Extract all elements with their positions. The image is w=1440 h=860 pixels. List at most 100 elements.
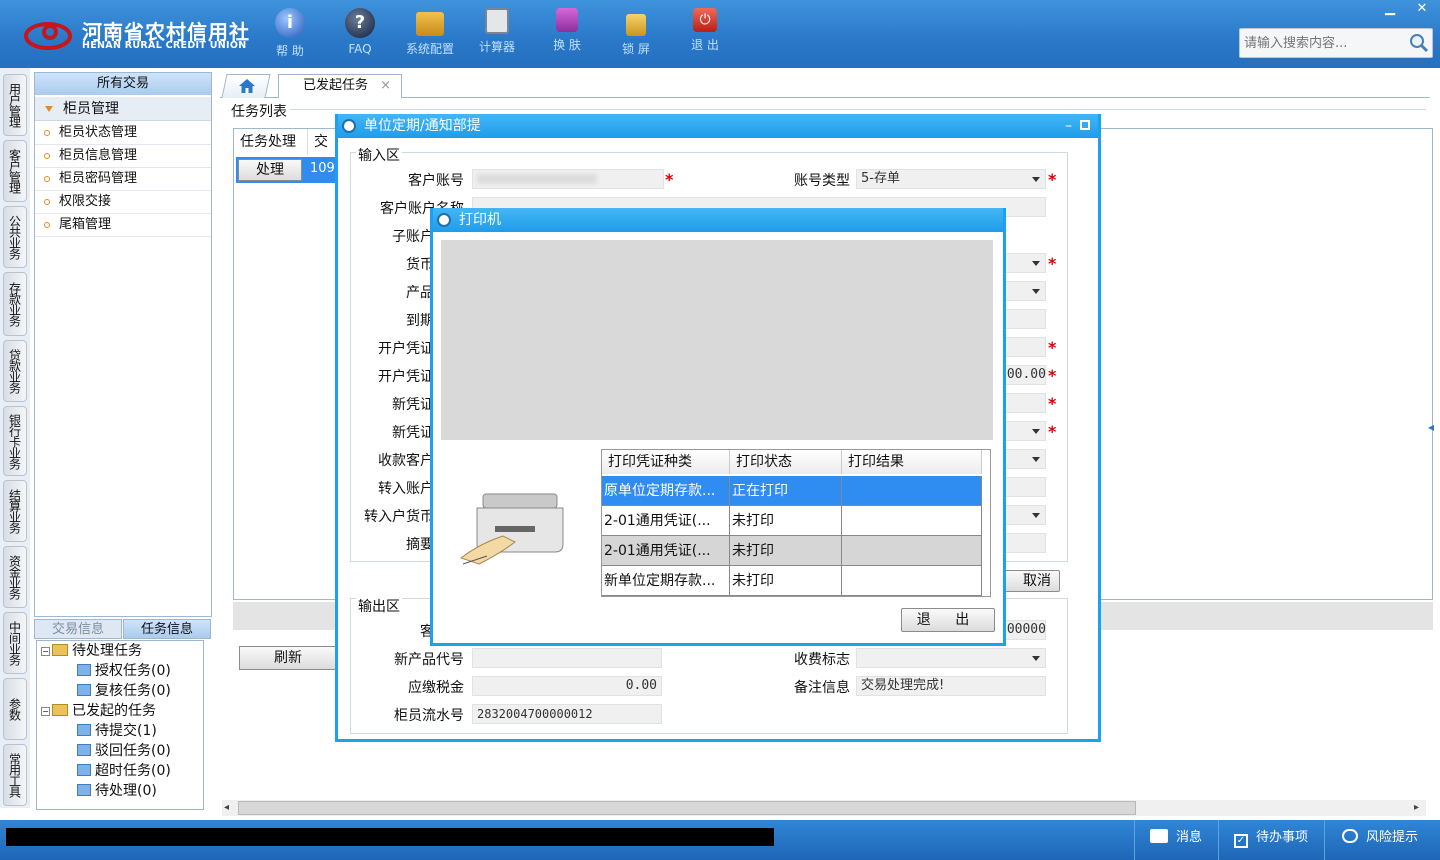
- dialog-title: 打印机: [459, 212, 501, 228]
- vtab-settlement-business[interactable]: 结算业务: [3, 480, 27, 542]
- logo-text-en: HENAN RURAL CREDIT UNION: [82, 40, 247, 51]
- print-job-table: 打印凭证种类 打印状态 打印结果 原单位定期存款... 正在打印 2-01通用凭…: [601, 449, 991, 597]
- tree-node-pending[interactable]: − 待处理任务: [37, 641, 203, 661]
- folder-icon: [77, 664, 91, 676]
- refresh-button[interactable]: 刷新: [239, 646, 337, 670]
- tab-task-info[interactable]: 任务信息: [123, 619, 211, 639]
- collapse-icon[interactable]: −: [41, 707, 50, 716]
- cell-voucher-kind: 新单位定期存款...: [602, 566, 730, 596]
- collapse-icon[interactable]: −: [41, 647, 50, 656]
- lock-screen-button[interactable]: 锁 屏: [606, 8, 666, 62]
- label-open-voucher: 开户凭证: [378, 341, 434, 357]
- tree-node-sent[interactable]: − 已发起的任务: [37, 701, 203, 721]
- divider: [290, 109, 1426, 110]
- sidebar-item-teller-password[interactable]: 柜员密码管理: [35, 168, 211, 191]
- table-row[interactable]: 2-01通用凭证(... 未打印: [602, 506, 982, 536]
- vtab-public-business[interactable]: 公共业务: [3, 206, 27, 268]
- tree-node-auth-tasks[interactable]: 授权任务(0): [37, 661, 203, 681]
- tree-node-to-submit[interactable]: 待提交(1): [37, 721, 203, 741]
- search-icon[interactable]: [1408, 32, 1430, 54]
- lock-screen-label: 锁 屏: [622, 42, 650, 56]
- question-icon: ?: [345, 8, 375, 38]
- sidebar-item-teller-status[interactable]: 柜员状态管理: [35, 122, 211, 145]
- dialog-app-icon: [342, 119, 356, 133]
- status-bar: 消息 ✓ 待办事项 风险提示: [0, 820, 1440, 860]
- vtab-card-business[interactable]: 银行卡业务: [3, 406, 27, 476]
- tree-node-rejected[interactable]: 驳回任务(0): [37, 741, 203, 761]
- faq-button[interactable]: ? FAQ: [330, 8, 390, 62]
- vtab-intermediary-business[interactable]: 中间业务: [3, 612, 27, 674]
- close-tab-icon[interactable]: ×: [380, 75, 391, 97]
- label-in-account: 转入账户: [378, 481, 434, 497]
- col-header-voucher-kind: 打印凭证种类: [602, 450, 730, 474]
- dialog-app-icon: [437, 213, 451, 227]
- chevron-down-icon: [1032, 289, 1040, 294]
- scroll-left-icon[interactable]: ◂: [224, 802, 229, 813]
- sidebar-item-teller-info[interactable]: 柜员信息管理: [35, 145, 211, 168]
- calculator-button[interactable]: 计算器: [467, 8, 527, 62]
- select-value: 5-存单: [861, 171, 900, 186]
- cell-print-status: 未打印: [730, 566, 842, 596]
- help-button[interactable]: i 帮 助: [260, 8, 320, 62]
- tree-node-review-tasks[interactable]: 复核任务(0): [37, 681, 203, 701]
- cell-print-status: 正在打印: [730, 476, 842, 506]
- vtab-parameters[interactable]: 参数: [3, 678, 27, 740]
- todo-button[interactable]: ✓ 待办事项: [1234, 828, 1308, 848]
- close-window-button[interactable]: ✕: [1408, 0, 1436, 18]
- tab-sent-tasks[interactable]: 已发起任务 ×: [278, 74, 402, 98]
- tab-transaction-info[interactable]: 交易信息: [34, 619, 122, 639]
- maximize-dialog-button[interactable]: [1080, 120, 1090, 130]
- scroll-right-icon[interactable]: ▸: [1414, 802, 1419, 813]
- task-list-title: 任务列表: [231, 104, 287, 120]
- sidebar-item-permission-handover[interactable]: 权限交接: [35, 191, 211, 214]
- table-row[interactable]: 原单位定期存款... 正在打印: [602, 476, 982, 506]
- table-row[interactable]: 2-01通用凭证(... 未打印: [602, 536, 982, 566]
- sidebar-item-label: 尾箱管理: [59, 217, 112, 232]
- sidebar-item-label: 柜员状态管理: [59, 125, 138, 140]
- home-icon[interactable]: [238, 78, 256, 94]
- tree-label: 待处理任务: [72, 643, 142, 659]
- skin-button[interactable]: 换 肤: [537, 8, 597, 62]
- folder-icon: [77, 684, 91, 696]
- exit-app-button[interactable]: ⏻ 退 出: [675, 8, 735, 62]
- fee-flag-select[interactable]: [856, 648, 1046, 668]
- vtab-loan-business[interactable]: 贷款业务: [3, 340, 27, 402]
- account-type-select[interactable]: 5-存单: [856, 169, 1046, 189]
- tree-label: 超时任务(0): [95, 763, 171, 779]
- scrollbar-thumb[interactable]: [238, 801, 1136, 815]
- risk-alert-button[interactable]: 风险提示: [1342, 828, 1418, 848]
- dialog-title-bar: 打印机: [433, 208, 1003, 232]
- horizontal-scrollbar[interactable]: ◂ ▸: [222, 800, 1426, 816]
- tree-node-timeout[interactable]: 超时任务(0): [37, 761, 203, 781]
- tree-node-to-process[interactable]: 待处理(0): [37, 781, 203, 801]
- collapse-panel-icon[interactable]: ◂: [1428, 420, 1440, 470]
- minimize-dialog-button[interactable]: –: [1065, 114, 1072, 138]
- vtab-customer-management[interactable]: 客户管理: [3, 140, 27, 202]
- redacted-value: [477, 174, 597, 184]
- chevron-down-icon: [1032, 656, 1040, 661]
- tree-label: 复核任务(0): [95, 683, 171, 699]
- tree-label: 已发起的任务: [72, 703, 156, 719]
- vtab-common-tools[interactable]: 常用工具: [3, 744, 27, 806]
- sidebar-item-tail-box[interactable]: 尾箱管理: [35, 214, 211, 237]
- table-row[interactable]: 新单位定期存款... 未打印: [602, 566, 982, 596]
- tree-label: 待提交(1): [95, 723, 157, 739]
- vtab-fund-business[interactable]: 资金业务: [3, 546, 27, 608]
- minimize-window-button[interactable]: ▁: [1376, 0, 1404, 18]
- tab-label: 已发起任务: [303, 78, 369, 93]
- divider: [1324, 820, 1325, 860]
- customer-account-field[interactable]: [472, 169, 664, 189]
- dialog-title: 单位定期/通知部提: [364, 118, 481, 134]
- sidebar-group-teller[interactable]: 柜员管理: [35, 97, 211, 121]
- search-input[interactable]: [1244, 34, 1404, 52]
- exit-button[interactable]: 退 出: [901, 608, 995, 632]
- cancel-button[interactable]: 取消: [1000, 570, 1060, 592]
- vtab-deposit-business[interactable]: 存款业务: [3, 272, 27, 336]
- folder-icon: [77, 764, 91, 776]
- system-config-button[interactable]: 系统配置: [400, 8, 460, 62]
- messages-button[interactable]: 消息: [1150, 828, 1202, 848]
- vtab-user-management[interactable]: 用户管理: [3, 74, 27, 136]
- checkbox-icon: ✓: [1234, 834, 1248, 848]
- process-button[interactable]: 处理: [238, 159, 302, 181]
- label-maturity: 到期: [406, 313, 434, 329]
